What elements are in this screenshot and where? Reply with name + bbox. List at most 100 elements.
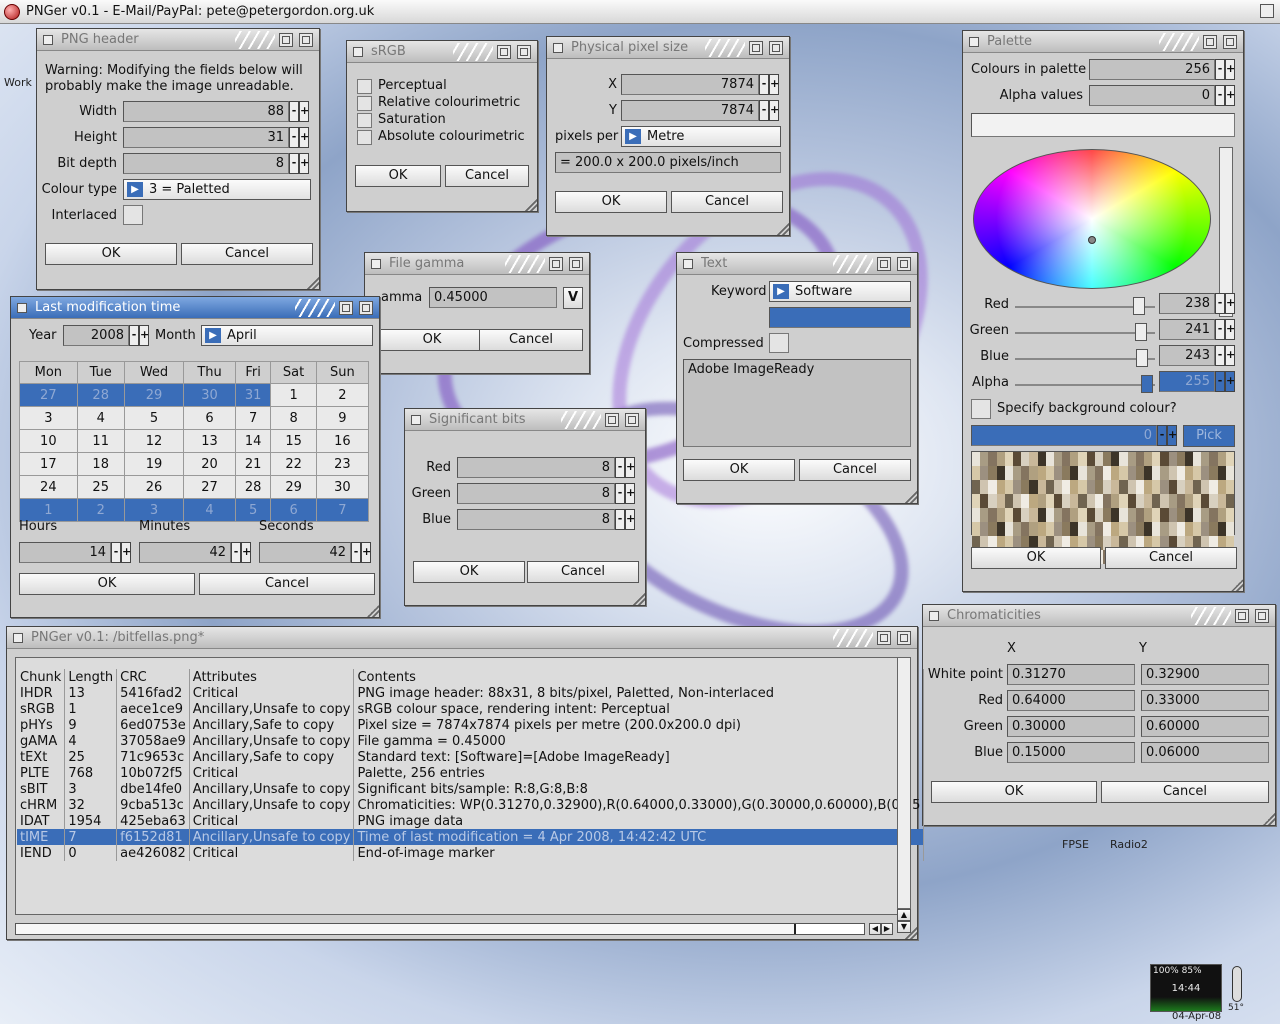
palette-swatch[interactable] — [1045, 466, 1054, 480]
palette-swatch[interactable] — [1201, 480, 1210, 494]
close-icon[interactable] — [353, 46, 363, 57]
table-row[interactable]: IDAT 1954 425eba63 Critical PNG image data — [17, 813, 925, 829]
table-row[interactable]: tEXt 25 71c9653c Ancillary,Safe to copy Stan… — [17, 749, 925, 765]
resize-handle[interactable] — [1263, 813, 1275, 825]
palette-swatch[interactable] — [1053, 508, 1063, 522]
palette-swatch[interactable] — [1012, 494, 1022, 508]
palette-swatch[interactable] — [1086, 480, 1095, 494]
horizontal-scrollbar[interactable] — [15, 923, 865, 935]
calendar-day[interactable]: 25 — [76, 475, 125, 499]
increment-button[interactable]: + — [625, 509, 635, 530]
palette-swatch[interactable] — [1225, 452, 1234, 466]
palette-swatch[interactable] — [1184, 480, 1194, 494]
calendar-day[interactable]: 21 — [234, 452, 272, 476]
x-field[interactable]: 7874 — [621, 74, 759, 95]
palette-swatch[interactable] — [1070, 494, 1079, 508]
palette-swatch[interactable] — [1111, 494, 1120, 508]
palette-swatch[interactable] — [1119, 466, 1128, 480]
zoom-icon[interactable] — [1235, 608, 1249, 623]
palette-swatch[interactable] — [1062, 522, 1071, 536]
green-slider[interactable] — [1015, 332, 1155, 334]
palette-swatch[interactable] — [1012, 522, 1022, 536]
cancel-button[interactable]: Cancel — [199, 573, 375, 595]
palette-swatch[interactable] — [1119, 508, 1128, 522]
resize-handle[interactable] — [905, 491, 917, 503]
palette-swatch[interactable] — [1029, 452, 1038, 466]
palette-swatch[interactable] — [988, 522, 997, 536]
palette-swatch[interactable] — [1070, 466, 1079, 480]
palette-swatch[interactable] — [1225, 522, 1234, 536]
window-titlebar[interactable]: PNGer v0.1: /bitfellas.png* — [7, 627, 917, 649]
palette-swatch[interactable] — [1021, 508, 1030, 522]
radio-absolute[interactable] — [357, 130, 372, 145]
palette-swatch[interactable] — [1103, 522, 1112, 536]
calendar-day[interactable]: 12 — [123, 429, 185, 453]
depth-icon[interactable] — [569, 256, 583, 271]
close-icon[interactable] — [43, 34, 53, 45]
increment-button[interactable]: + — [121, 542, 131, 563]
palette-swatch[interactable] — [980, 494, 989, 508]
calendar-day[interactable]: 4 — [76, 406, 125, 430]
colour-wheel[interactable] — [973, 149, 1211, 289]
palette-swatch[interactable] — [980, 452, 989, 466]
palette-swatch[interactable] — [980, 508, 989, 522]
scroll-up-icon[interactable]: ▲ — [897, 909, 911, 921]
window-titlebar[interactable]: Text — [677, 253, 917, 275]
white-point-x[interactable]: 0.31270 — [1007, 664, 1135, 685]
decrement-button[interactable]: - — [1215, 345, 1225, 366]
palette-swatch[interactable] — [1201, 522, 1210, 536]
palette-swatch[interactable] — [1111, 508, 1120, 522]
palette-swatch[interactable] — [1152, 522, 1161, 536]
palette-swatch[interactable] — [1135, 508, 1144, 522]
palette-swatch[interactable] — [1225, 480, 1234, 494]
palette-swatch[interactable] — [1037, 466, 1046, 480]
palette-swatch[interactable] — [972, 452, 981, 466]
palette-swatch[interactable] — [1201, 452, 1210, 466]
column-header[interactable]: Length — [64, 669, 118, 685]
palette-swatch[interactable] — [1168, 480, 1177, 494]
palette-swatch[interactable] — [1184, 494, 1194, 508]
palette-swatch[interactable] — [1070, 522, 1079, 536]
screen-depth-icon[interactable] — [1260, 4, 1274, 18]
palette-swatch[interactable] — [1086, 452, 1095, 466]
ok-button[interactable]: OK — [355, 165, 441, 187]
palette-swatch[interactable] — [1193, 466, 1202, 480]
palette-swatch[interactable] — [1086, 494, 1095, 508]
palette-swatch[interactable] — [1217, 522, 1226, 536]
resize-handle[interactable] — [525, 199, 537, 211]
desktop-icon-work[interactable]: Work — [4, 76, 32, 89]
table-row[interactable]: pHYs 9 6ed0753e Ancillary,Safe to copy Pixel… — [17, 717, 925, 733]
palette-swatch[interactable] — [1103, 466, 1112, 480]
palette-swatch[interactable] — [1045, 508, 1054, 522]
palette-swatch[interactable] — [1070, 452, 1079, 466]
palette-swatch[interactable] — [1176, 466, 1185, 480]
palette-swatch[interactable] — [1053, 494, 1063, 508]
table-row[interactable]: tIME 7 f6152d81 Ancillary,Unsafe to copy Tim… — [17, 829, 925, 845]
calendar-day[interactable]: 26 — [123, 475, 185, 499]
text-content[interactable]: Adobe ImageReady — [683, 359, 911, 447]
drag-grip[interactable] — [505, 254, 545, 273]
palette-swatch[interactable] — [1135, 494, 1144, 508]
zoom-icon[interactable] — [605, 412, 619, 427]
palette-swatch[interactable] — [1225, 508, 1234, 522]
palette-swatch[interactable] — [1029, 466, 1038, 480]
scroll-thumb[interactable] — [16, 924, 797, 934]
palette-swatch[interactable] — [1094, 522, 1103, 536]
y-field[interactable]: 7874 — [621, 100, 759, 121]
palette-swatch[interactable] — [1160, 452, 1169, 466]
palette-swatch[interactable] — [1111, 466, 1120, 480]
palette-swatch[interactable] — [1062, 508, 1071, 522]
red-field[interactable]: 238 — [1159, 293, 1215, 314]
calendar-day[interactable]: 28 — [234, 475, 272, 499]
palette-swatch[interactable] — [1004, 508, 1013, 522]
palette-swatch[interactable] — [1012, 480, 1022, 494]
increment-button[interactable]: + — [299, 101, 309, 122]
palette-swatch[interactable] — [1012, 508, 1022, 522]
calendar-day[interactable]: 16 — [315, 429, 370, 453]
background-checkbox[interactable] — [971, 399, 991, 419]
palette-swatch[interactable] — [988, 508, 997, 522]
palette-swatch[interactable] — [1184, 466, 1194, 480]
palette-swatch[interactable] — [1176, 452, 1185, 466]
calendar-day[interactable]: 9 — [315, 406, 370, 430]
palette-swatch[interactable] — [972, 466, 981, 480]
